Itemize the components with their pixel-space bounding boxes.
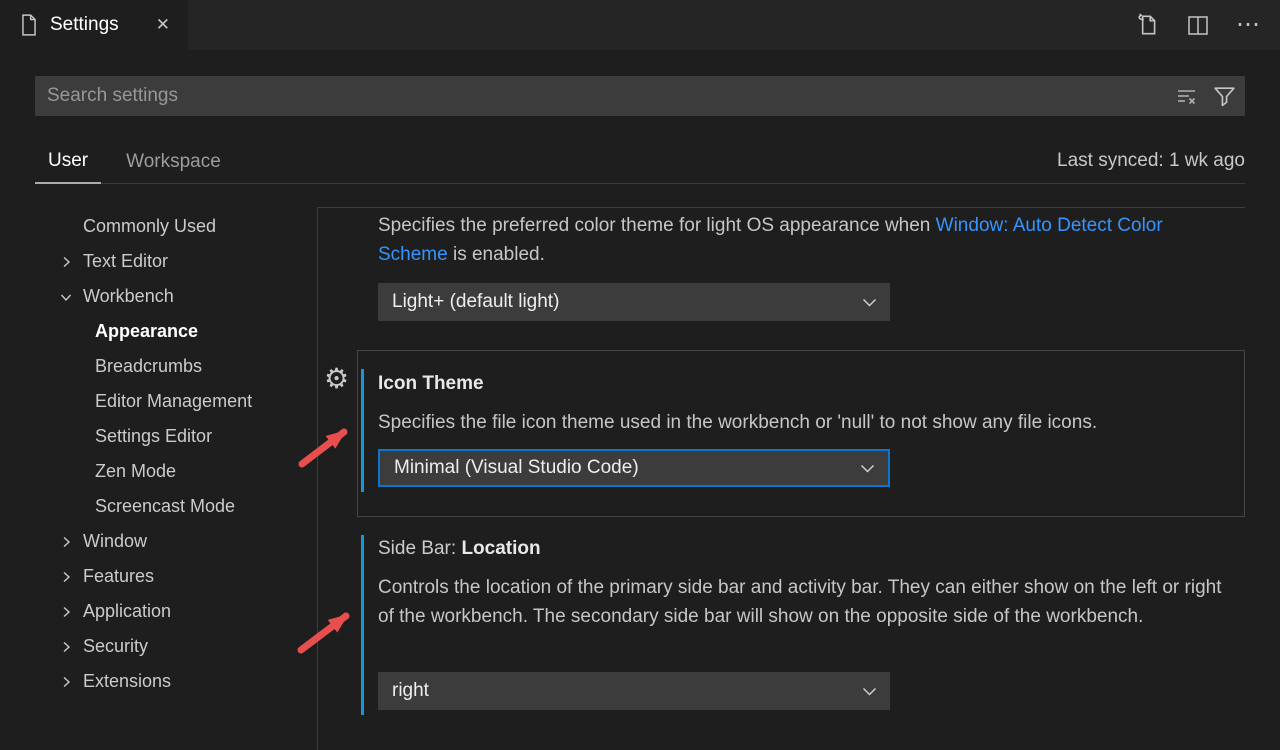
modified-indicator	[361, 535, 364, 715]
toc-item-window[interactable]: Window	[35, 524, 315, 559]
close-icon[interactable]: ✕	[152, 13, 174, 37]
last-synced-label: Last synced: 1 wk ago	[1057, 140, 1245, 182]
split-editor-icon[interactable]	[1186, 13, 1210, 37]
chevron-right-icon	[58, 569, 74, 585]
filter-settings-icon[interactable]	[1212, 84, 1237, 109]
toc-item-commonly-used[interactable]: Commonly Used	[35, 209, 315, 244]
toc-item-security[interactable]: Security	[35, 629, 315, 664]
toc-item-workbench[interactable]: Workbench	[35, 279, 315, 314]
tab-user[interactable]: User	[35, 140, 101, 184]
editor-tab-bar: Settings ✕ ⋯	[0, 0, 1280, 50]
setting-title: Icon Theme	[378, 373, 484, 395]
settings-search-box	[35, 76, 1245, 116]
toc-item-zen-mode[interactable]: Zen Mode	[35, 454, 315, 489]
setting-description: Specifies the file icon theme used in th…	[378, 408, 1097, 437]
toc-item-appearance[interactable]: Appearance	[35, 314, 315, 349]
toc-item-screencast-mode[interactable]: Screencast Mode	[35, 489, 315, 524]
toc-item-text-editor[interactable]: Text Editor	[35, 244, 315, 279]
toc-item-features[interactable]: Features	[35, 559, 315, 594]
side-bar-location-select[interactable]: right	[378, 672, 890, 710]
modified-indicator	[361, 369, 364, 492]
toc-item-application[interactable]: Application	[35, 594, 315, 629]
more-actions-icon[interactable]: ⋯	[1236, 15, 1262, 35]
preferred-light-theme-select[interactable]: Light+ (default light)	[378, 283, 890, 321]
content-top-border	[317, 207, 1245, 208]
toc-item-editor-management[interactable]: Editor Management	[35, 384, 315, 419]
tab-settings[interactable]: Settings ✕	[0, 0, 188, 50]
toc-divider	[317, 207, 318, 750]
chevron-right-icon	[58, 674, 74, 690]
chevron-down-icon	[58, 289, 74, 305]
chevron-down-icon	[862, 297, 877, 308]
setting-row-side-bar-location[interactable]: Side Bar: Location Controls the location…	[357, 533, 1245, 718]
chevron-right-icon	[58, 254, 74, 270]
setting-gear-icon[interactable]: ⚙	[324, 364, 349, 394]
toc-item-breadcrumbs[interactable]: Breadcrumbs	[35, 349, 315, 384]
search-input[interactable]	[35, 76, 1245, 116]
setting-description: Controls the location of the primary sid…	[378, 573, 1234, 631]
chevron-down-icon	[860, 463, 875, 474]
preferred-light-theme-description: Specifies the preferred color theme for …	[378, 211, 1190, 269]
icon-theme-select[interactable]: Minimal (Visual Studio Code)	[378, 449, 890, 487]
settings-editor-window: Settings ✕ ⋯	[0, 0, 1280, 750]
toc-item-extensions[interactable]: Extensions	[35, 664, 315, 699]
chevron-right-icon	[58, 604, 74, 620]
open-settings-json-icon[interactable]	[1134, 12, 1160, 38]
tab-workspace[interactable]: Workspace	[113, 140, 234, 184]
chevron-right-icon	[58, 639, 74, 655]
file-icon	[20, 14, 38, 36]
clear-settings-search-icon[interactable]	[1175, 84, 1199, 108]
setting-title: Side Bar: Location	[378, 538, 541, 560]
chevron-right-icon	[58, 534, 74, 550]
tab-title: Settings	[50, 14, 152, 36]
settings-toc: Commonly Used Text Editor Workbench Appe…	[35, 209, 315, 699]
chevron-down-icon	[862, 686, 877, 697]
toc-item-settings-editor[interactable]: Settings Editor	[35, 419, 315, 454]
settings-scope-header: User Workspace Last synced: 1 wk ago	[35, 140, 1245, 184]
setting-row-icon-theme[interactable]: Icon Theme Specifies the file icon theme…	[357, 350, 1245, 517]
